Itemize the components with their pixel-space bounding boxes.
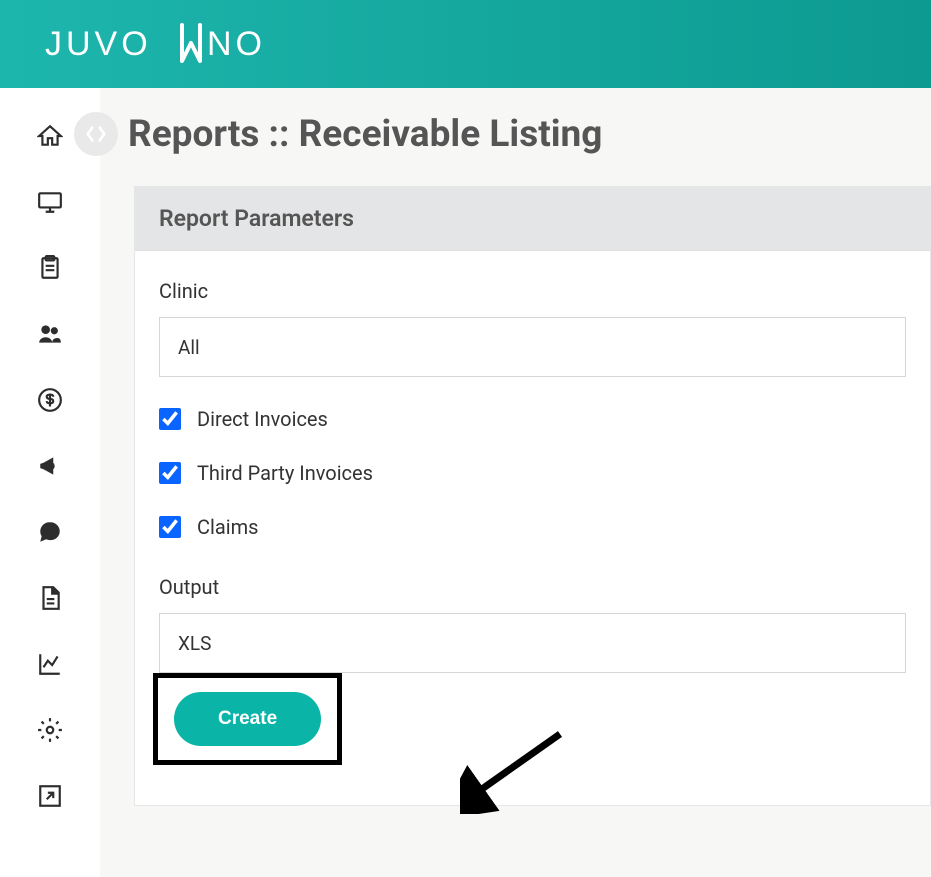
claims-label: Claims bbox=[197, 515, 258, 539]
clipboard-icon[interactable] bbox=[34, 252, 66, 284]
output-select-value: XLS bbox=[178, 632, 211, 655]
gear-icon[interactable] bbox=[34, 714, 66, 746]
clinic-select-value: All bbox=[178, 336, 200, 359]
main-content: Reports :: Receivable Listing Report Par… bbox=[100, 88, 931, 877]
third-party-invoices-checkbox[interactable] bbox=[159, 462, 181, 484]
document-icon[interactable] bbox=[34, 582, 66, 614]
create-highlight-box: Create bbox=[153, 673, 342, 765]
panel-header: Report Parameters bbox=[135, 187, 930, 251]
svg-text:NO: NO bbox=[207, 25, 266, 63]
direct-invoices-label: Direct Invoices bbox=[197, 407, 328, 431]
chart-icon[interactable] bbox=[34, 648, 66, 680]
svg-text:JUVO: JUVO bbox=[45, 25, 152, 63]
collapse-sidebar-button[interactable] bbox=[74, 112, 118, 156]
monitor-icon[interactable] bbox=[34, 186, 66, 218]
report-parameters-panel: Report Parameters Clinic All Direct Invo… bbox=[134, 186, 931, 806]
megaphone-icon[interactable] bbox=[34, 450, 66, 482]
users-icon[interactable] bbox=[34, 318, 66, 350]
clinic-select[interactable]: All bbox=[159, 317, 906, 377]
page-title: Reports :: Receivable Listing bbox=[128, 113, 602, 156]
dollar-icon[interactable] bbox=[34, 384, 66, 416]
brand-logo: JUVO NO bbox=[45, 23, 285, 65]
direct-invoices-checkbox[interactable] bbox=[159, 408, 181, 430]
third-party-invoices-label: Third Party Invoices bbox=[197, 461, 373, 485]
home-icon[interactable] bbox=[34, 120, 66, 152]
clinic-label: Clinic bbox=[159, 279, 906, 303]
chat-icon[interactable] bbox=[34, 516, 66, 548]
claims-checkbox[interactable] bbox=[159, 516, 181, 538]
output-label: Output bbox=[159, 575, 906, 599]
sidebar bbox=[0, 88, 100, 877]
create-button[interactable]: Create bbox=[174, 692, 321, 746]
top-banner: JUVO NO bbox=[0, 0, 931, 88]
external-link-icon[interactable] bbox=[34, 780, 66, 812]
output-select[interactable]: XLS bbox=[159, 613, 906, 673]
